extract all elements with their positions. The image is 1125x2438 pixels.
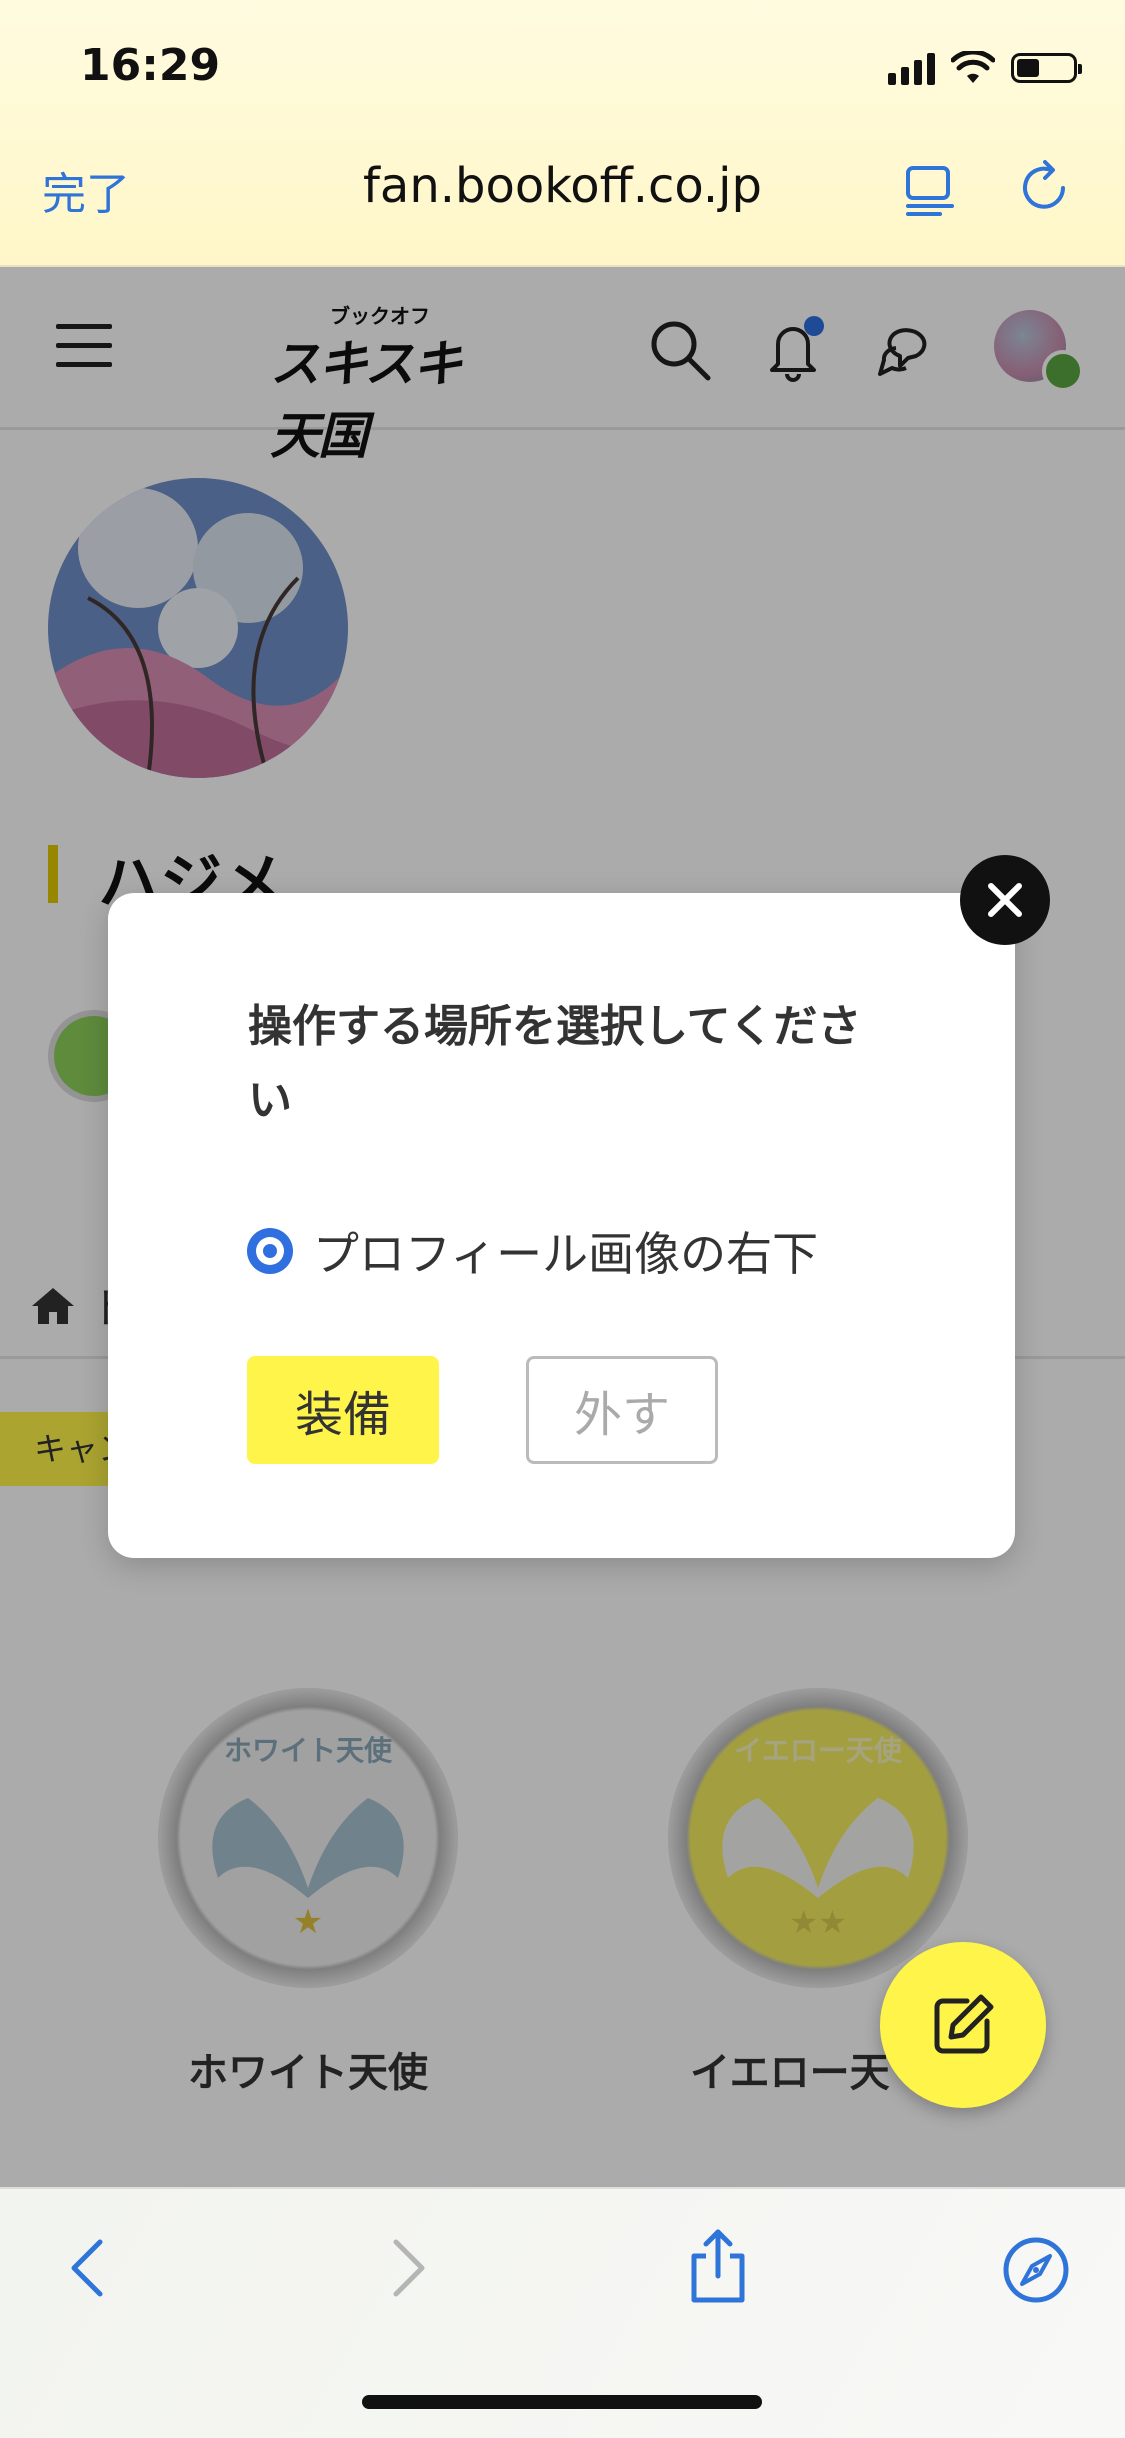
status-time: 16:29 bbox=[80, 40, 221, 91]
modal-title: 操作する場所を選択してください bbox=[248, 1001, 862, 1126]
signal-icon bbox=[888, 51, 935, 85]
battery-icon bbox=[1011, 53, 1082, 83]
wifi-icon bbox=[951, 51, 995, 83]
equip-button[interactable]: 装備 bbox=[247, 1356, 439, 1464]
location-option[interactable]: プロフィール画像の右下 bbox=[247, 1218, 818, 1284]
compose-button[interactable] bbox=[880, 1942, 1046, 2108]
remove-button[interactable]: 外す bbox=[526, 1356, 718, 1464]
reader-icon[interactable] bbox=[900, 160, 960, 220]
edit-icon bbox=[934, 1994, 994, 2054]
status-icons bbox=[888, 48, 1082, 88]
close-button[interactable] bbox=[960, 855, 1050, 945]
home-indicator[interactable] bbox=[362, 2395, 762, 2409]
back-icon[interactable] bbox=[62, 2236, 112, 2300]
reload-icon[interactable] bbox=[1015, 158, 1075, 218]
forward-icon[interactable] bbox=[384, 2236, 434, 2300]
option-label: プロフィール画像の右下 bbox=[313, 1227, 819, 1281]
compass-icon[interactable] bbox=[1000, 2234, 1072, 2306]
close-icon bbox=[988, 883, 1022, 917]
share-icon[interactable] bbox=[686, 2226, 750, 2306]
radio-button[interactable] bbox=[247, 1228, 293, 1274]
